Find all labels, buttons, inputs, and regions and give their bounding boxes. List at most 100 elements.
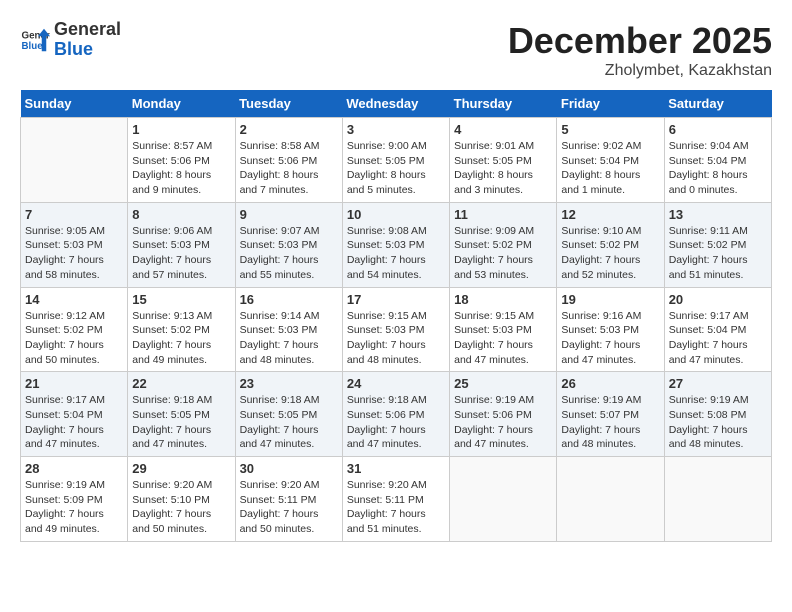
month-title: December 2025 — [508, 20, 772, 62]
cell-info-text: Sunrise: 9:20 AM Sunset: 5:11 PM Dayligh… — [240, 478, 338, 537]
calendar-cell — [21, 118, 128, 203]
cell-info-text: Sunrise: 8:57 AM Sunset: 5:06 PM Dayligh… — [132, 139, 230, 198]
day-number: 27 — [669, 376, 767, 391]
calendar-cell: 4 Sunrise: 9:01 AM Sunset: 5:05 PM Daylig… — [450, 118, 557, 203]
cell-info-text: Sunrise: 9:08 AM Sunset: 5:03 PM Dayligh… — [347, 224, 445, 283]
title-block: December 2025 Zholymbet, Kazakhstan — [508, 20, 772, 80]
calendar-cell: 21 Sunrise: 9:17 AM Sunset: 5:04 PM Dayli… — [21, 372, 128, 457]
day-number: 19 — [561, 292, 659, 307]
day-number: 2 — [240, 122, 338, 137]
day-number: 3 — [347, 122, 445, 137]
cell-info-text: Sunrise: 9:04 AM Sunset: 5:04 PM Dayligh… — [669, 139, 767, 198]
day-number: 28 — [25, 461, 123, 476]
calendar-cell — [557, 457, 664, 542]
calendar-cell — [664, 457, 771, 542]
calendar-cell: 1 Sunrise: 8:57 AM Sunset: 5:06 PM Daylig… — [128, 118, 235, 203]
calendar-cell: 30Sunrise: 9:20 AM Sunset: 5:11 PM Dayli… — [235, 457, 342, 542]
cell-info-text: Sunrise: 8:58 AM Sunset: 5:06 PM Dayligh… — [240, 139, 338, 198]
cell-info-text: Sunrise: 9:19 AM Sunset: 5:06 PM Dayligh… — [454, 393, 552, 452]
svg-text:Blue: Blue — [22, 41, 44, 52]
weekday-header-tuesday: Tuesday — [235, 90, 342, 118]
calendar-cell: 25 Sunrise: 9:19 AM Sunset: 5:06 PM Dayli… — [450, 372, 557, 457]
weekday-header-wednesday: Wednesday — [342, 90, 449, 118]
day-number: 17 — [347, 292, 445, 307]
calendar-row-3: 21 Sunrise: 9:17 AM Sunset: 5:04 PM Dayli… — [21, 372, 772, 457]
calendar-cell: 8 Sunrise: 9:06 AM Sunset: 5:03 PM Daylig… — [128, 202, 235, 287]
cell-info-text: Sunrise: 9:07 AM Sunset: 5:03 PM Dayligh… — [240, 224, 338, 283]
calendar-cell — [450, 457, 557, 542]
day-number: 9 — [240, 207, 338, 222]
calendar-cell: 9 Sunrise: 9:07 AM Sunset: 5:03 PM Daylig… — [235, 202, 342, 287]
cell-info-text: Sunrise: 9:01 AM Sunset: 5:05 PM Dayligh… — [454, 139, 552, 198]
header: General Blue General Blue December 2025 … — [20, 20, 772, 80]
weekday-header-thursday: Thursday — [450, 90, 557, 118]
day-number: 29 — [132, 461, 230, 476]
day-number: 7 — [25, 207, 123, 222]
day-number: 21 — [25, 376, 123, 391]
calendar-cell: 28Sunrise: 9:19 AM Sunset: 5:09 PM Dayli… — [21, 457, 128, 542]
day-number: 16 — [240, 292, 338, 307]
calendar-cell: 6Sunrise: 9:04 AM Sunset: 5:04 PM Daylig… — [664, 118, 771, 203]
logo-general-text: General — [54, 19, 121, 39]
calendar-cell: 22 Sunrise: 9:18 AM Sunset: 5:05 PM Dayli… — [128, 372, 235, 457]
cell-info-text: Sunrise: 9:06 AM Sunset: 5:03 PM Dayligh… — [132, 224, 230, 283]
day-number: 20 — [669, 292, 767, 307]
calendar-cell: 26 Sunrise: 9:19 AM Sunset: 5:07 PM Dayli… — [557, 372, 664, 457]
calendar-cell: 20 Sunrise: 9:17 AM Sunset: 5:04 PM Dayli… — [664, 287, 771, 372]
calendar-row-2: 14Sunrise: 9:12 AM Sunset: 5:02 PM Dayli… — [21, 287, 772, 372]
cell-info-text: Sunrise: 9:19 AM Sunset: 5:08 PM Dayligh… — [669, 393, 767, 452]
day-number: 5 — [561, 122, 659, 137]
cell-info-text: Sunrise: 9:00 AM Sunset: 5:05 PM Dayligh… — [347, 139, 445, 198]
cell-info-text: Sunrise: 9:20 AM Sunset: 5:10 PM Dayligh… — [132, 478, 230, 537]
cell-info-text: Sunrise: 9:02 AM Sunset: 5:04 PM Dayligh… — [561, 139, 659, 198]
calendar-cell: 23 Sunrise: 9:18 AM Sunset: 5:05 PM Dayli… — [235, 372, 342, 457]
day-number: 18 — [454, 292, 552, 307]
cell-info-text: Sunrise: 9:14 AM Sunset: 5:03 PM Dayligh… — [240, 309, 338, 368]
cell-info-text: Sunrise: 9:16 AM Sunset: 5:03 PM Dayligh… — [561, 309, 659, 368]
day-number: 12 — [561, 207, 659, 222]
day-number: 1 — [132, 122, 230, 137]
weekday-header-row: SundayMondayTuesdayWednesdayThursdayFrid… — [21, 90, 772, 118]
cell-info-text: Sunrise: 9:18 AM Sunset: 5:05 PM Dayligh… — [132, 393, 230, 452]
calendar-cell: 19 Sunrise: 9:16 AM Sunset: 5:03 PM Dayli… — [557, 287, 664, 372]
location-subtitle: Zholymbet, Kazakhstan — [508, 62, 772, 80]
day-number: 23 — [240, 376, 338, 391]
day-number: 22 — [132, 376, 230, 391]
calendar-cell: 13 Sunrise: 9:11 AM Sunset: 5:02 PM Dayli… — [664, 202, 771, 287]
weekday-header-monday: Monday — [128, 90, 235, 118]
calendar-row-0: 1 Sunrise: 8:57 AM Sunset: 5:06 PM Daylig… — [21, 118, 772, 203]
day-number: 4 — [454, 122, 552, 137]
day-number: 15 — [132, 292, 230, 307]
day-number: 13 — [669, 207, 767, 222]
cell-info-text: Sunrise: 9:18 AM Sunset: 5:05 PM Dayligh… — [240, 393, 338, 452]
calendar-cell: 2 Sunrise: 8:58 AM Sunset: 5:06 PM Daylig… — [235, 118, 342, 203]
weekday-header-friday: Friday — [557, 90, 664, 118]
cell-info-text: Sunrise: 9:19 AM Sunset: 5:07 PM Dayligh… — [561, 393, 659, 452]
cell-info-text: Sunrise: 9:11 AM Sunset: 5:02 PM Dayligh… — [669, 224, 767, 283]
cell-info-text: Sunrise: 9:17 AM Sunset: 5:04 PM Dayligh… — [25, 393, 123, 452]
calendar-table: SundayMondayTuesdayWednesdayThursdayFrid… — [20, 90, 772, 542]
calendar-cell: 11 Sunrise: 9:09 AM Sunset: 5:02 PM Dayli… — [450, 202, 557, 287]
calendar-cell: 10 Sunrise: 9:08 AM Sunset: 5:03 PM Dayli… — [342, 202, 449, 287]
weekday-header-sunday: Sunday — [21, 90, 128, 118]
calendar-cell: 18Sunrise: 9:15 AM Sunset: 5:03 PM Dayli… — [450, 287, 557, 372]
day-number: 31 — [347, 461, 445, 476]
day-number: 24 — [347, 376, 445, 391]
day-number: 8 — [132, 207, 230, 222]
day-number: 11 — [454, 207, 552, 222]
day-number: 25 — [454, 376, 552, 391]
cell-info-text: Sunrise: 9:18 AM Sunset: 5:06 PM Dayligh… — [347, 393, 445, 452]
calendar-cell: 27 Sunrise: 9:19 AM Sunset: 5:08 PM Dayli… — [664, 372, 771, 457]
day-number: 10 — [347, 207, 445, 222]
cell-info-text: Sunrise: 9:15 AM Sunset: 5:03 PM Dayligh… — [347, 309, 445, 368]
calendar-cell: 12 Sunrise: 9:10 AM Sunset: 5:02 PM Dayli… — [557, 202, 664, 287]
calendar-cell: 7 Sunrise: 9:05 AM Sunset: 5:03 PM Daylig… — [21, 202, 128, 287]
calendar-cell: 15Sunrise: 9:13 AM Sunset: 5:02 PM Dayli… — [128, 287, 235, 372]
cell-info-text: Sunrise: 9:17 AM Sunset: 5:04 PM Dayligh… — [669, 309, 767, 368]
cell-info-text: Sunrise: 9:10 AM Sunset: 5:02 PM Dayligh… — [561, 224, 659, 283]
cell-info-text: Sunrise: 9:05 AM Sunset: 5:03 PM Dayligh… — [25, 224, 123, 283]
day-number: 26 — [561, 376, 659, 391]
logo-blue-text: Blue — [54, 39, 93, 59]
logo-icon: General Blue — [20, 25, 50, 55]
cell-info-text: Sunrise: 9:09 AM Sunset: 5:02 PM Dayligh… — [454, 224, 552, 283]
